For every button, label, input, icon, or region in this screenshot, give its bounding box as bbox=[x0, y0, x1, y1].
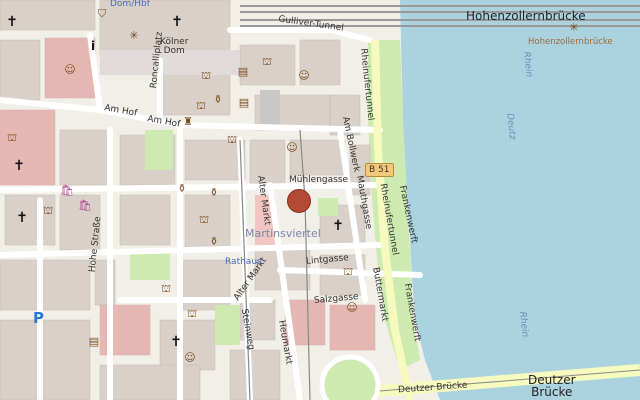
monument-icon[interactable]: ♜ bbox=[182, 116, 194, 128]
museum-icon[interactable]: ⛫ bbox=[198, 214, 210, 226]
artwork-icon[interactable]: ✳ bbox=[128, 30, 140, 42]
bridge-poi-label: Hohenzollernbrücke bbox=[528, 37, 613, 47]
heumarkt-roundabout bbox=[319, 354, 381, 400]
archaeological-icon[interactable]: ⚱ bbox=[212, 94, 224, 106]
museum-icon[interactable]: ⛫ bbox=[261, 56, 273, 68]
museum-icon[interactable]: ⛫ bbox=[200, 70, 212, 82]
cathedral-label: Kölner Dom bbox=[160, 37, 189, 56]
map-canvas[interactable]: Hohenzollernbrücke Hohenzollernbrücke Do… bbox=[0, 0, 640, 400]
info-icon[interactable]: i bbox=[87, 40, 99, 52]
rhein-label-bottom: Rhein bbox=[517, 311, 530, 338]
theatre-icon[interactable]: ☺ bbox=[184, 352, 196, 364]
shop-icon[interactable]: 🛍 bbox=[60, 185, 74, 197]
martinsviertel-label: Martinsviertel bbox=[245, 227, 321, 240]
museum-icon[interactable]: ⛫ bbox=[160, 283, 172, 295]
museum-icon[interactable]: ⛫ bbox=[226, 134, 238, 146]
museum-icon[interactable]: ⛫ bbox=[6, 132, 18, 144]
theatre-icon[interactable]: ☺ bbox=[298, 70, 310, 82]
museum-icon[interactable]: ⛫ bbox=[195, 100, 207, 112]
theatre-icon[interactable]: ☺ bbox=[286, 142, 298, 154]
museum-icon[interactable]: ⛫ bbox=[42, 205, 54, 217]
library-icon[interactable]: ▤ bbox=[238, 97, 250, 109]
rathaus-label: Rathaus bbox=[225, 257, 262, 267]
church-icon[interactable]: ✝ bbox=[332, 219, 344, 233]
shop-icon[interactable]: 🛍 bbox=[78, 200, 92, 212]
artwork-icon[interactable]: ✳ bbox=[568, 22, 580, 34]
church-icon[interactable]: ✝ bbox=[16, 211, 28, 225]
rhine-river bbox=[400, 0, 640, 400]
rhein-label-top: Rhein bbox=[521, 51, 534, 78]
archaeological-icon[interactable]: ⚱ bbox=[208, 236, 220, 248]
parking-icon[interactable]: P bbox=[33, 309, 44, 327]
museum-icon[interactable]: ⛫ bbox=[342, 266, 354, 278]
archaeological-icon[interactable]: ⚱ bbox=[208, 187, 220, 199]
church-icon[interactable]: ✝ bbox=[170, 335, 182, 349]
deutzer-bruecke-area-label: Deutzer Brücke bbox=[528, 373, 576, 399]
church-icon[interactable]: ✝ bbox=[171, 15, 183, 29]
archaeological-icon[interactable]: ⚱ bbox=[176, 183, 188, 195]
museum-icon[interactable]: ⛫ bbox=[186, 308, 198, 320]
station-label: Dom/Hbf bbox=[110, 0, 150, 9]
library-icon[interactable]: ▤ bbox=[88, 336, 100, 348]
library-icon[interactable]: ▤ bbox=[237, 66, 249, 78]
theatre-icon[interactable]: ☺ bbox=[346, 302, 358, 314]
bridge-label: Hohenzollernbrücke bbox=[466, 9, 586, 23]
church-icon[interactable]: ✝ bbox=[13, 159, 25, 173]
b51-route-badge: B 51 bbox=[365, 163, 394, 177]
monument-icon[interactable]: ⛉ bbox=[96, 8, 108, 20]
church-icon[interactable]: ✝ bbox=[6, 15, 18, 29]
deutz-label: Deutz bbox=[504, 112, 518, 141]
muehlengasse-label: Mühlengasse bbox=[289, 175, 349, 185]
theatre-icon[interactable]: ☺ bbox=[64, 64, 76, 76]
location-marker[interactable] bbox=[287, 189, 311, 213]
